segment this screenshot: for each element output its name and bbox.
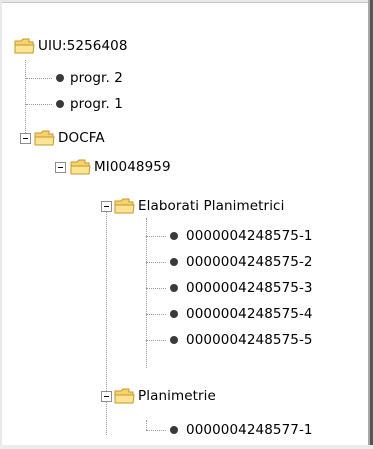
tree-connector	[146, 262, 166, 263]
tree-node-planimetria-1[interactable]: 0000004248577-1	[186, 417, 313, 443]
panel-bottom-edge	[0, 445, 373, 449]
collapse-toggle-icon[interactable]	[20, 133, 31, 144]
tree-node-root[interactable]: UIU:5256408	[14, 33, 128, 59]
tree-node-elaborato-5[interactable]: 0000004248575-5	[186, 327, 313, 353]
folder-open-icon	[14, 38, 35, 55]
collapse-toggle-icon[interactable]	[55, 162, 66, 173]
node-leaf-icon	[56, 74, 64, 82]
tree-node-label: 0000004248575-4	[186, 306, 313, 322]
tree-node-planimetrie[interactable]: Planimetrie	[114, 383, 216, 409]
tree-connector	[146, 314, 166, 315]
tree-node-label: DOCFA	[58, 130, 105, 146]
node-leaf-icon	[56, 100, 64, 108]
collapse-toggle-icon[interactable]	[101, 391, 112, 402]
tree-node-label: 0000004248575-2	[186, 254, 313, 270]
tree-connector	[146, 236, 166, 237]
tree-connector	[146, 420, 147, 430]
tree-connector	[25, 60, 26, 139]
tree-node-progr-1[interactable]: progr. 1	[70, 91, 123, 117]
tree-node-label: 0000004248575-5	[186, 332, 313, 348]
tree-node-elaborato-3[interactable]: 0000004248575-3	[186, 275, 313, 301]
tree-node-label: UIU:5256408	[38, 38, 128, 54]
tree-node-elaborato-2[interactable]: 0000004248575-2	[186, 249, 313, 275]
tree-connector	[146, 288, 166, 289]
folder-open-icon	[114, 388, 135, 405]
tree-view: UIU:5256408 progr. 2 progr. 1 DOCFA MI00…	[0, 0, 368, 445]
tree-connector	[146, 218, 147, 368]
tree-connector	[26, 104, 52, 105]
tree-connector	[26, 78, 52, 79]
tree-node-label: 0000004248575-3	[186, 280, 313, 296]
tree-node-label: progr. 2	[70, 70, 123, 86]
tree-node-label: progr. 1	[70, 96, 123, 112]
node-leaf-icon	[170, 284, 178, 292]
tree-node-docfa[interactable]: DOCFA	[34, 125, 105, 151]
tree-node-label: 0000004248575-1	[186, 228, 313, 244]
collapse-toggle-icon[interactable]	[101, 201, 112, 212]
tree-node-label: MI0048959	[94, 159, 171, 175]
tree-node-elaborato-4[interactable]: 0000004248575-4	[186, 301, 313, 327]
folder-open-icon	[34, 130, 55, 147]
tree-node-label: Elaborati Planimetrici	[138, 198, 285, 214]
node-leaf-icon	[170, 232, 178, 240]
tree-node-label: 0000004248577-1	[186, 422, 313, 438]
tree-node-elaborati-planimetrici[interactable]: Elaborati Planimetrici	[114, 193, 284, 219]
node-leaf-icon	[170, 310, 178, 318]
tree-node-mi0048959[interactable]: MI0048959	[70, 154, 171, 180]
node-leaf-icon	[170, 258, 178, 266]
folder-open-icon	[114, 198, 135, 215]
tree-node-progr-2[interactable]: progr. 2	[70, 65, 123, 91]
tree-node-label: Planimetrie	[138, 388, 216, 404]
node-leaf-icon	[170, 336, 178, 344]
folder-open-icon	[70, 159, 91, 176]
tree-connector	[146, 430, 166, 431]
tree-connector	[146, 340, 166, 341]
tree-node-elaborato-1[interactable]: 0000004248575-1	[186, 223, 313, 249]
node-leaf-icon	[170, 426, 178, 434]
